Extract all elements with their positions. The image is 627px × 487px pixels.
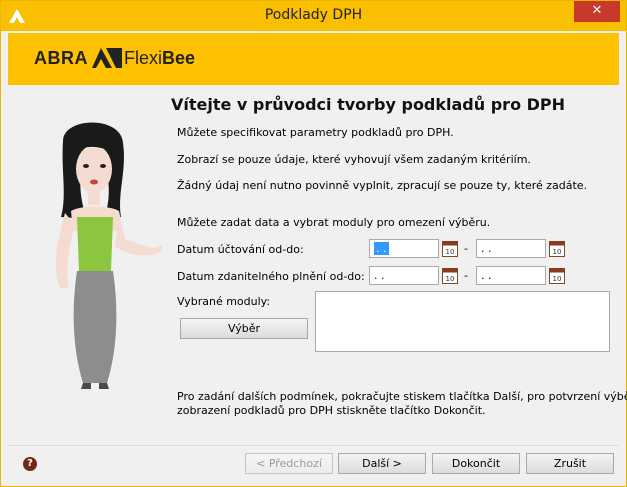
intro-line-3: Žádný údaj není nutno povinně vyplnit, z… <box>177 179 588 192</box>
intro-line-2: Zobrazí se pouze údaje, které vyhovují v… <box>177 153 531 166</box>
logo-mark-icon <box>92 48 122 68</box>
calendar-day-text: 10 <box>553 248 562 256</box>
intro-line-1: Můžete specifikovat parametry podkladů p… <box>177 126 454 139</box>
footer-note-line-2: zobrazení podkladů pro DPH stiskněte tla… <box>177 404 486 417</box>
calendar-day-text: 10 <box>553 275 562 283</box>
taxable-date-to-field[interactable]: . . <box>476 266 546 285</box>
calendar-icon[interactable]: 10 <box>549 267 565 284</box>
accounting-date-from-field[interactable]: . . <box>369 239 439 258</box>
brand-banner: ABRA Flexi Bee <box>8 33 619 85</box>
range-dash: - <box>464 269 468 282</box>
footer-note-line-1: Pro zadání dalších podmínek, pokračujte … <box>177 390 627 403</box>
logo-abra-text: ABRA <box>34 47 88 68</box>
modules-list[interactable] <box>315 291 610 352</box>
select-modules-button[interactable]: Výběr <box>180 318 308 339</box>
calendar-icon[interactable]: 10 <box>549 240 565 257</box>
range-dash: - <box>464 242 468 255</box>
assistant-illustration <box>55 122 163 389</box>
finish-button[interactable]: Dokončit <box>432 453 520 474</box>
wizard-heading: Vítejte v průvodci tvorby podkladů pro D… <box>171 95 566 114</box>
footer-divider <box>8 445 619 446</box>
next-button[interactable]: Další > <box>338 453 426 474</box>
close-button[interactable]: ✕ <box>574 1 620 22</box>
accounting-date-to-field[interactable]: . . <box>476 239 546 258</box>
help-icon[interactable]: ? <box>23 457 37 471</box>
logo-bee-text: Bee <box>162 47 196 68</box>
taxable-date-from-field[interactable]: . . <box>369 266 439 285</box>
calendar-icon[interactable]: 10 <box>442 240 458 257</box>
wizard-window: Podklady DPH ✕ ABRA Flexi Bee Vítejte v p… <box>0 0 627 487</box>
calendar-day-text: 10 <box>446 275 455 283</box>
cancel-button[interactable]: Zrušit <box>526 453 614 474</box>
date-value: . . <box>374 242 389 255</box>
accounting-date-label: Datum účtování od-do: <box>177 243 304 256</box>
intro-line-4: Můžete zadat data a vybrat moduly pro om… <box>177 216 491 229</box>
calendar-day-text: 10 <box>446 248 455 256</box>
title-bar[interactable]: Podklady DPH ✕ <box>1 1 626 31</box>
taxable-date-label: Datum zdanitelného plnění od-do: <box>177 270 365 283</box>
previous-button[interactable]: < Předchozí <box>245 453 333 474</box>
calendar-icon[interactable]: 10 <box>442 267 458 284</box>
logo-flexi-text: Flexi <box>124 47 163 68</box>
abra-flexibee-logo: ABRA Flexi Bee <box>34 47 195 69</box>
modules-label: Vybrané moduly: <box>177 295 271 308</box>
window-title: Podklady DPH <box>264 7 363 23</box>
